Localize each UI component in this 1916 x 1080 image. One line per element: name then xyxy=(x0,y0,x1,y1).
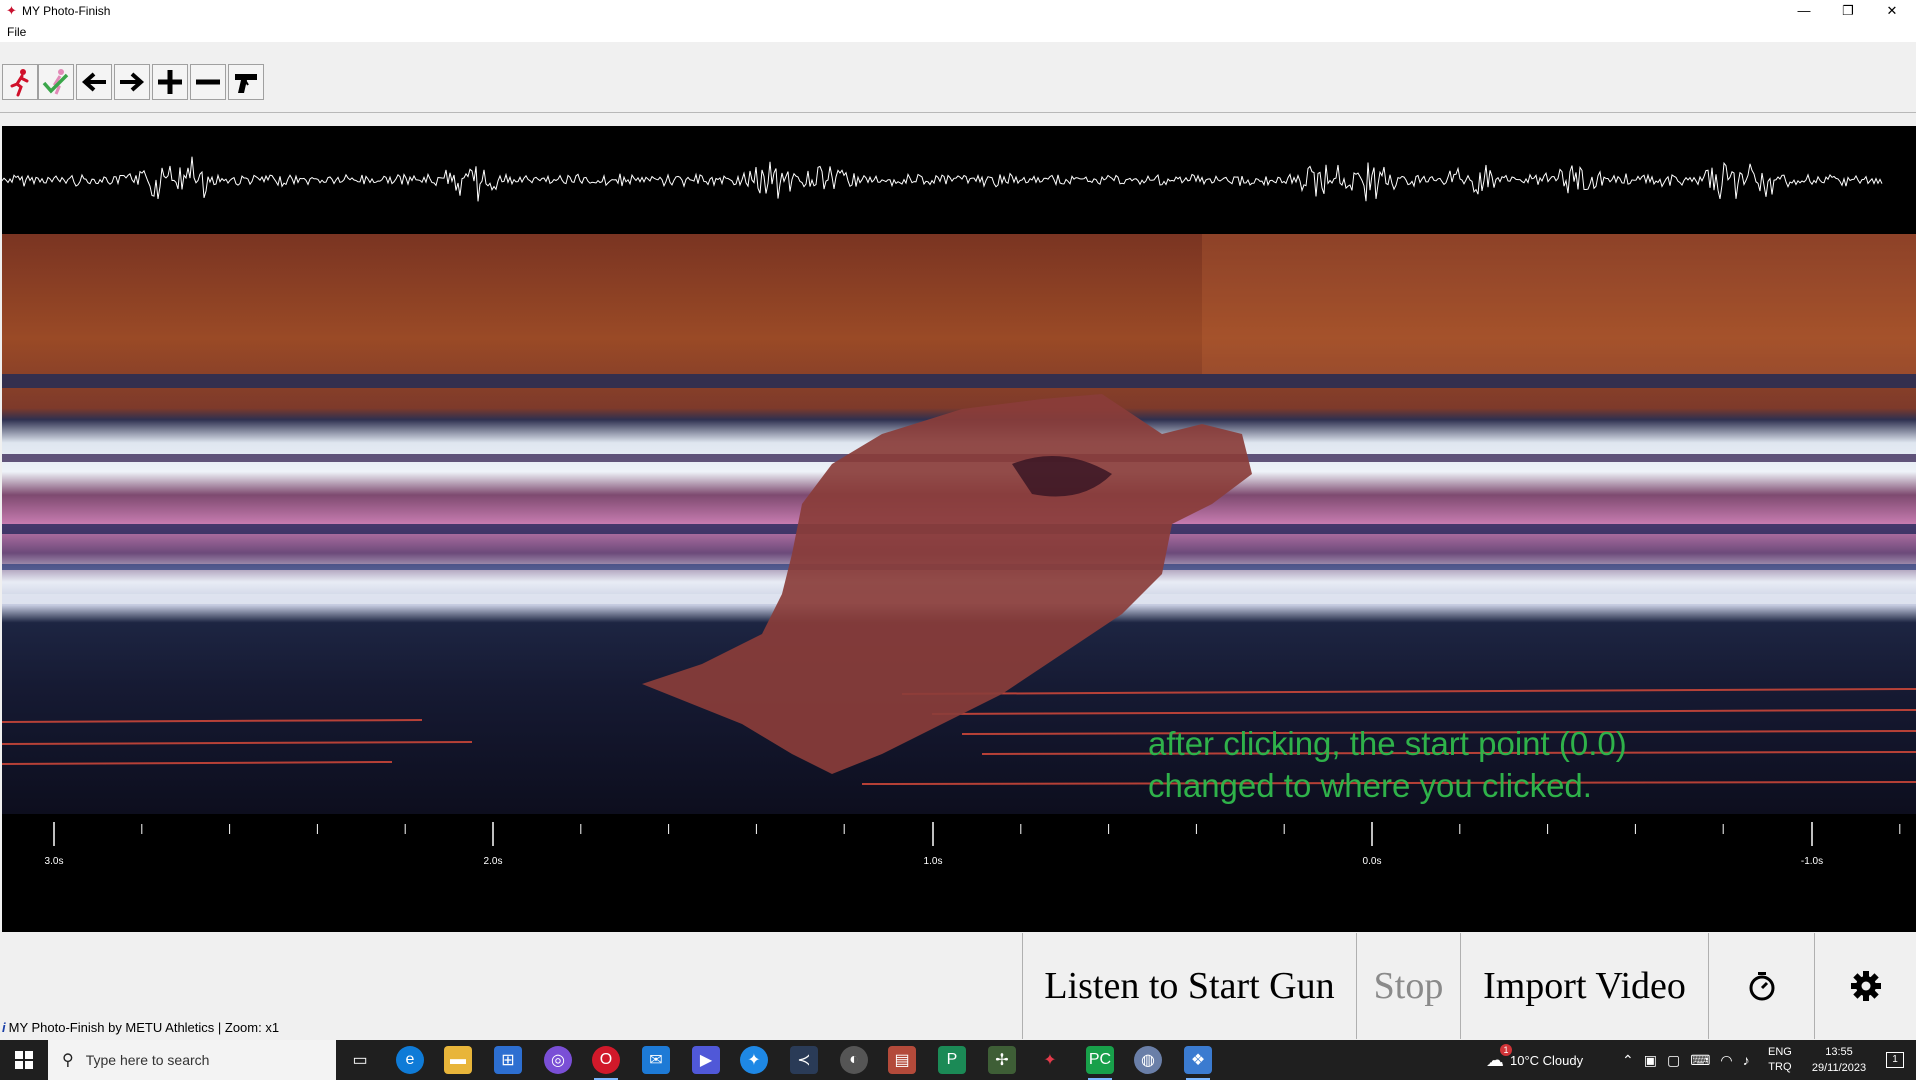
waveform-trace xyxy=(2,156,1883,202)
photo-finish-taskbar-icon[interactable]: ✦ xyxy=(1036,1046,1064,1074)
python-icon[interactable]: ❖ xyxy=(1184,1046,1212,1080)
import-video-button[interactable]: Import Video xyxy=(1460,933,1708,1039)
calendar-app-icon[interactable]: ▤ xyxy=(888,1046,916,1074)
clock-time: 13:55 xyxy=(1825,1046,1853,1058)
menu-bar: File xyxy=(0,22,1916,42)
toolbar xyxy=(0,42,1916,113)
gear-icon xyxy=(1850,971,1881,1001)
windows-taskbar: ⚲ Type here to search ▭ e ▬ ⊞ ◎ O ✉ ▶ ✦ … xyxy=(0,1040,1916,1080)
settings-button[interactable] xyxy=(1814,933,1916,1039)
notification-icon: 1 xyxy=(1886,1052,1904,1068)
file-explorer-icon[interactable]: ▬ xyxy=(444,1046,472,1074)
start-gun-button[interactable] xyxy=(228,64,264,100)
system-tray[interactable]: ⌃ ▣ ▢ ⌨ ◠ ♪ xyxy=(1622,1040,1750,1080)
status-text: MY Photo-Finish by METU Athletics | Zoom… xyxy=(8,1020,280,1035)
status-bar: i MY Photo-Finish by METU Athletics | Zoo… xyxy=(2,1020,279,1035)
annotation-line-1: after clicking, the start point (0.0) xyxy=(1148,725,1627,762)
keyboard-icon[interactable]: ⌨ xyxy=(1690,1052,1710,1069)
arrow-right-icon xyxy=(120,72,145,92)
app-runner-icon: ✦ xyxy=(6,3,17,18)
scale-label: 3.0s xyxy=(45,856,64,867)
photo-finish-canvas[interactable]: 3.0s 2.0s 1.0s 0.0s -1.0s after clicking, th… xyxy=(2,126,1916,932)
check-tool-button[interactable] xyxy=(38,64,74,100)
weather-widget[interactable]: ☁ 1 10°C Cloudy xyxy=(1486,1040,1583,1080)
safari-icon[interactable]: ✦ xyxy=(740,1046,768,1074)
window-title: MY Photo-Finish xyxy=(22,4,111,18)
lang-top: ENG xyxy=(1768,1046,1792,1058)
wifi-icon[interactable]: ◠ xyxy=(1720,1052,1732,1069)
close-button[interactable]: ✕ xyxy=(1870,0,1914,22)
windows-logo-icon xyxy=(15,1051,33,1069)
arrow-left-icon xyxy=(81,72,106,92)
opera-icon[interactable]: O xyxy=(592,1046,620,1080)
lang-bottom: TRQ xyxy=(1768,1061,1792,1073)
scale-label: 1.0s xyxy=(924,856,943,867)
audio-waveform[interactable] xyxy=(2,126,1916,234)
display-icon[interactable]: ▢ xyxy=(1667,1052,1680,1069)
timer-button[interactable] xyxy=(1708,933,1814,1039)
scale-label: -1.0s xyxy=(1801,856,1823,867)
zoom-in-button[interactable] xyxy=(152,64,188,100)
time-scale: 3.0s 2.0s 1.0s 0.0s -1.0s xyxy=(2,814,1916,932)
app-swirl-icon[interactable]: ◎ xyxy=(544,1046,572,1074)
stop-button[interactable]: Stop xyxy=(1356,933,1460,1039)
arrow-right-button[interactable] xyxy=(114,64,150,100)
runner-tool-button[interactable] xyxy=(2,64,38,100)
stopwatch-icon xyxy=(1749,972,1774,1001)
minus-icon xyxy=(196,79,220,85)
title-bar: ✦ MY Photo-Finish — ❐ ✕ xyxy=(0,0,1916,22)
gun-icon xyxy=(235,74,257,93)
app-lizard-icon[interactable]: ✢ xyxy=(988,1046,1016,1074)
clock-date: 29/11/2023 xyxy=(1811,1062,1867,1074)
clock[interactable]: 13:55 29/11/2023 xyxy=(1804,1040,1874,1080)
task-view-icon[interactable]: ▭ xyxy=(346,1046,374,1074)
vscode-icon[interactable]: ≺ xyxy=(790,1046,818,1074)
app-disc-icon[interactable]: ◐ xyxy=(840,1046,868,1074)
meet-icon[interactable]: ▣ xyxy=(1644,1052,1657,1069)
store-icon[interactable]: ⊞ xyxy=(494,1046,522,1074)
media-player-icon[interactable]: ▶ xyxy=(692,1046,720,1074)
zoom-out-button[interactable] xyxy=(190,64,226,100)
volume-icon[interactable]: ♪ xyxy=(1743,1052,1750,1068)
edge-icon[interactable]: e xyxy=(396,1046,424,1074)
notification-center[interactable]: 1 xyxy=(1880,1040,1910,1080)
app-globe-icon[interactable]: ◍ xyxy=(1134,1046,1162,1074)
annotation-line-2: changed to where you clicked. xyxy=(1148,767,1592,804)
listen-start-gun-button[interactable]: Listen to Start Gun xyxy=(1022,933,1356,1039)
pycharm-icon[interactable]: PC xyxy=(1086,1046,1114,1080)
runner-icon xyxy=(10,69,29,97)
annotation-text: after clicking, the start point (0.0) ch… xyxy=(1148,723,1627,807)
weather-badge: 1 xyxy=(1500,1044,1512,1056)
arrow-left-button[interactable] xyxy=(76,64,112,100)
language-indicator[interactable]: ENG TRQ xyxy=(1768,1040,1792,1080)
publisher-icon[interactable]: P xyxy=(938,1046,966,1074)
search-icon: ⚲ xyxy=(62,1052,74,1069)
taskbar-search[interactable]: ⚲ Type here to search xyxy=(48,1040,336,1080)
check-icon xyxy=(42,69,69,95)
start-button[interactable] xyxy=(0,1040,48,1080)
finish-line-image[interactable] xyxy=(2,234,1916,814)
scale-label: 2.0s xyxy=(484,856,503,867)
search-placeholder: Type here to search xyxy=(85,1052,210,1068)
info-icon: i xyxy=(2,1020,6,1035)
mail-icon[interactable]: ✉ xyxy=(642,1046,670,1074)
menu-file[interactable]: File xyxy=(7,25,26,39)
finish-image-strip xyxy=(2,234,1916,785)
minimize-button[interactable]: — xyxy=(1782,0,1826,22)
chevron-up-icon[interactable]: ⌃ xyxy=(1622,1052,1634,1069)
weather-text: 10°C Cloudy xyxy=(1510,1052,1584,1068)
plus-icon xyxy=(158,70,182,94)
restore-button[interactable]: ❐ xyxy=(1826,0,1870,22)
scale-label: 0.0s xyxy=(1363,856,1382,867)
